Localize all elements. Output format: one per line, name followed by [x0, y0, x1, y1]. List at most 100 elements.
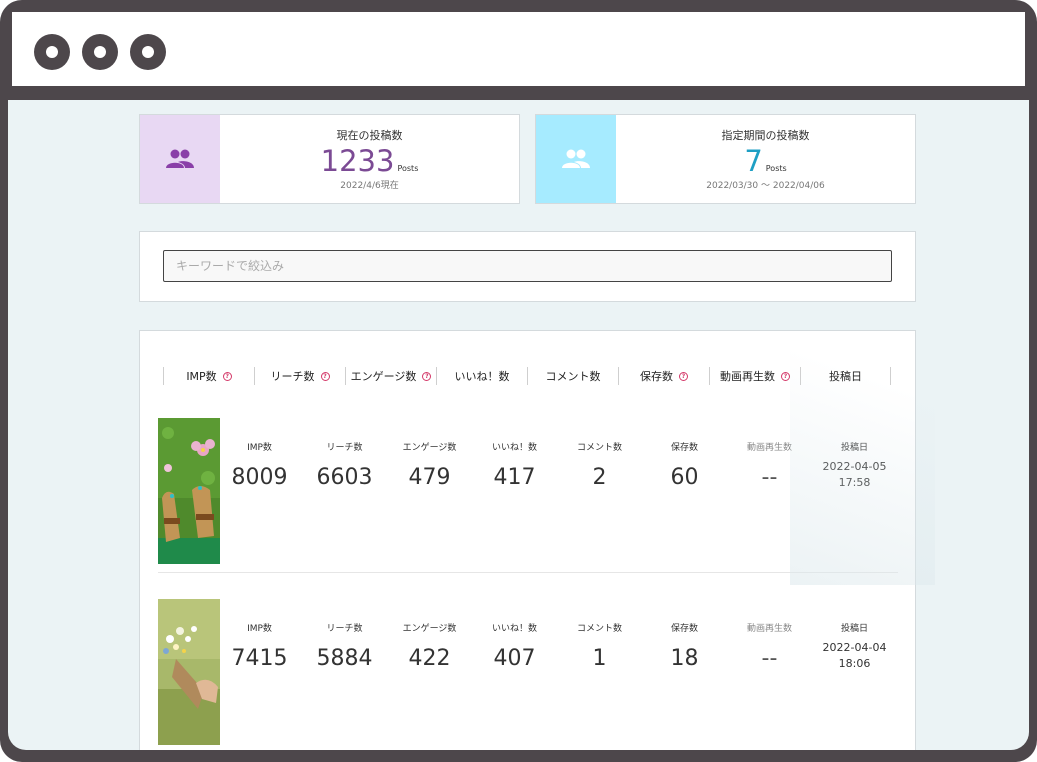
metric-comments: コメント数 1	[557, 621, 642, 671]
metric-engage: エンゲージ数 479	[387, 440, 472, 490]
period-posts-body: 指定期間の投稿数 7 Posts 2022/03/30 〜 2022/04/06	[616, 115, 915, 203]
metric-label: 動画再生数	[746, 624, 792, 634]
table-row[interactable]: IMP数 8009 リーチ数 6603 エンゲージ数 479 いいね！数 417…	[158, 418, 898, 573]
header-video-plays[interactable]: 動画再生数?	[709, 367, 800, 385]
header-engage[interactable]: エンゲージ数?	[345, 367, 436, 385]
metric-value: 422	[408, 646, 451, 671]
metric-label: IMP数	[247, 624, 272, 634]
metric-label: 保存数	[670, 624, 698, 634]
metric-imp: IMP数 8009	[217, 440, 302, 490]
help-icon[interactable]: ?	[320, 371, 330, 381]
metric-saves: 保存数 60	[642, 440, 727, 490]
post-time-value: 18:06	[838, 657, 871, 670]
metric-likes: いいね！数 417	[472, 440, 557, 490]
metric-label: リーチ数	[326, 624, 363, 634]
metric-label: 動画再生数	[746, 443, 792, 453]
post-date: 投稿日 2022-04-04 18:06	[812, 621, 897, 672]
current-posts-icon-box	[140, 115, 220, 203]
header-reach[interactable]: リーチ数?	[254, 367, 345, 385]
current-posts-date: 2022/4/6現在	[340, 181, 399, 191]
header-post-date[interactable]: 投稿日	[800, 367, 891, 385]
metric-value: 7415	[231, 646, 288, 671]
post-date-value: 2022-04-04	[822, 641, 887, 654]
browser-frame: 現在の投稿数 1233 Posts 2022/4/6現在 指定期間の投稿数 7 …	[0, 0, 1037, 762]
people-icon	[562, 149, 590, 168]
metric-reach: リーチ数 6603	[302, 440, 387, 490]
window-dot-icon[interactable]	[82, 34, 118, 70]
metric-label: リーチ数	[326, 443, 363, 453]
help-icon[interactable]: ?	[679, 371, 688, 381]
keyword-search-input[interactable]	[163, 250, 892, 282]
page-viewport: 現在の投稿数 1233 Posts 2022/4/6現在 指定期間の投稿数 7 …	[8, 100, 1029, 750]
period-posts-range: 2022/03/30 〜 2022/04/06	[706, 181, 825, 191]
post-time-value: 17:58	[838, 476, 871, 489]
current-posts-value: 1233	[320, 144, 395, 178]
metric-label: いいね！数	[491, 443, 537, 453]
period-posts-value: 7	[744, 144, 763, 178]
metric-label: エンゲージ数	[402, 443, 457, 453]
metric-saves: 保存数 18	[642, 621, 727, 671]
metric-label: コメント数	[576, 624, 622, 634]
header-saves[interactable]: 保存数?	[618, 367, 709, 385]
metric-imp: IMP数 7415	[217, 621, 302, 671]
metric-engage: エンゲージ数 422	[387, 621, 472, 671]
header-label: エンゲージ数	[350, 370, 417, 383]
metric-value: 18	[670, 646, 699, 671]
period-posts-card: 指定期間の投稿数 7 Posts 2022/03/30 〜 2022/04/06	[535, 114, 916, 204]
metric-label: IMP数	[247, 443, 272, 453]
post-thumbnail[interactable]	[158, 599, 220, 745]
header-label: IMP数	[186, 370, 217, 383]
metric-label: 保存数	[670, 443, 698, 453]
metric-label: 投稿日	[840, 443, 868, 453]
header-label: 動画再生数	[720, 370, 775, 383]
current-posts-body: 現在の投稿数 1233 Posts 2022/4/6現在	[220, 115, 519, 203]
posts-table-panel: IMP数? リーチ数? エンゲージ数? いいね！数 コメント数 保存数? 動画再…	[139, 330, 916, 750]
window-titlebar	[12, 12, 1025, 86]
metric-value: 2	[592, 465, 607, 490]
metric-value: 6603	[316, 465, 373, 490]
metric-video-plays: 動画再生数 --	[727, 621, 812, 671]
metric-label: コメント数	[576, 443, 622, 453]
current-posts-unit: Posts	[397, 164, 419, 173]
metric-value: 407	[493, 646, 536, 671]
header-label: いいね！数	[454, 370, 510, 383]
header-label: 保存数	[640, 370, 673, 383]
window-dot-icon[interactable]	[34, 34, 70, 70]
current-posts-card: 現在の投稿数 1233 Posts 2022/4/6現在	[139, 114, 520, 204]
metric-label: いいね！数	[491, 624, 537, 634]
people-icon	[166, 149, 194, 168]
header-label: リーチ数	[270, 370, 315, 383]
metric-label: エンゲージ数	[402, 624, 457, 634]
post-date-value: 2022-04-05	[822, 460, 887, 473]
metric-comments: コメント数 2	[557, 440, 642, 490]
metric-reach: リーチ数 5884	[302, 621, 387, 671]
metric-video-plays: 動画再生数 --	[727, 440, 812, 490]
metric-value: 8009	[231, 465, 288, 490]
period-posts-icon-box	[536, 115, 616, 203]
metric-value: --	[761, 465, 778, 490]
header-label: コメント数	[545, 370, 601, 383]
current-posts-title: 現在の投稿数	[336, 129, 403, 142]
metric-value: 60	[670, 465, 699, 490]
search-panel	[139, 231, 916, 302]
header-imp[interactable]: IMP数?	[163, 367, 254, 385]
metric-value: 479	[408, 465, 451, 490]
window-dot-icon[interactable]	[130, 34, 166, 70]
table-header-row: IMP数? リーチ数? エンゲージ数? いいね！数 コメント数 保存数? 動画再…	[163, 367, 893, 385]
help-icon[interactable]: ?	[222, 371, 232, 381]
header-likes[interactable]: いいね！数	[436, 367, 527, 385]
post-thumbnail[interactable]	[158, 418, 220, 564]
table-row[interactable]: IMP数 7415 リーチ数 5884 エンゲージ数 422 いいね！数 407…	[158, 599, 898, 747]
metric-value: 5884	[316, 646, 373, 671]
metric-value: --	[761, 646, 778, 671]
header-label: 投稿日	[829, 370, 862, 383]
help-icon[interactable]: ?	[781, 371, 790, 381]
period-posts-title: 指定期間の投稿数	[721, 129, 810, 142]
metric-label: 投稿日	[840, 624, 868, 634]
help-icon[interactable]: ?	[422, 371, 432, 381]
post-date: 投稿日 2022-04-05 17:58	[812, 440, 897, 491]
period-posts-unit: Posts	[765, 164, 787, 173]
metric-likes: いいね！数 407	[472, 621, 557, 671]
header-comments[interactable]: コメント数	[527, 367, 618, 385]
metric-value: 417	[493, 465, 536, 490]
